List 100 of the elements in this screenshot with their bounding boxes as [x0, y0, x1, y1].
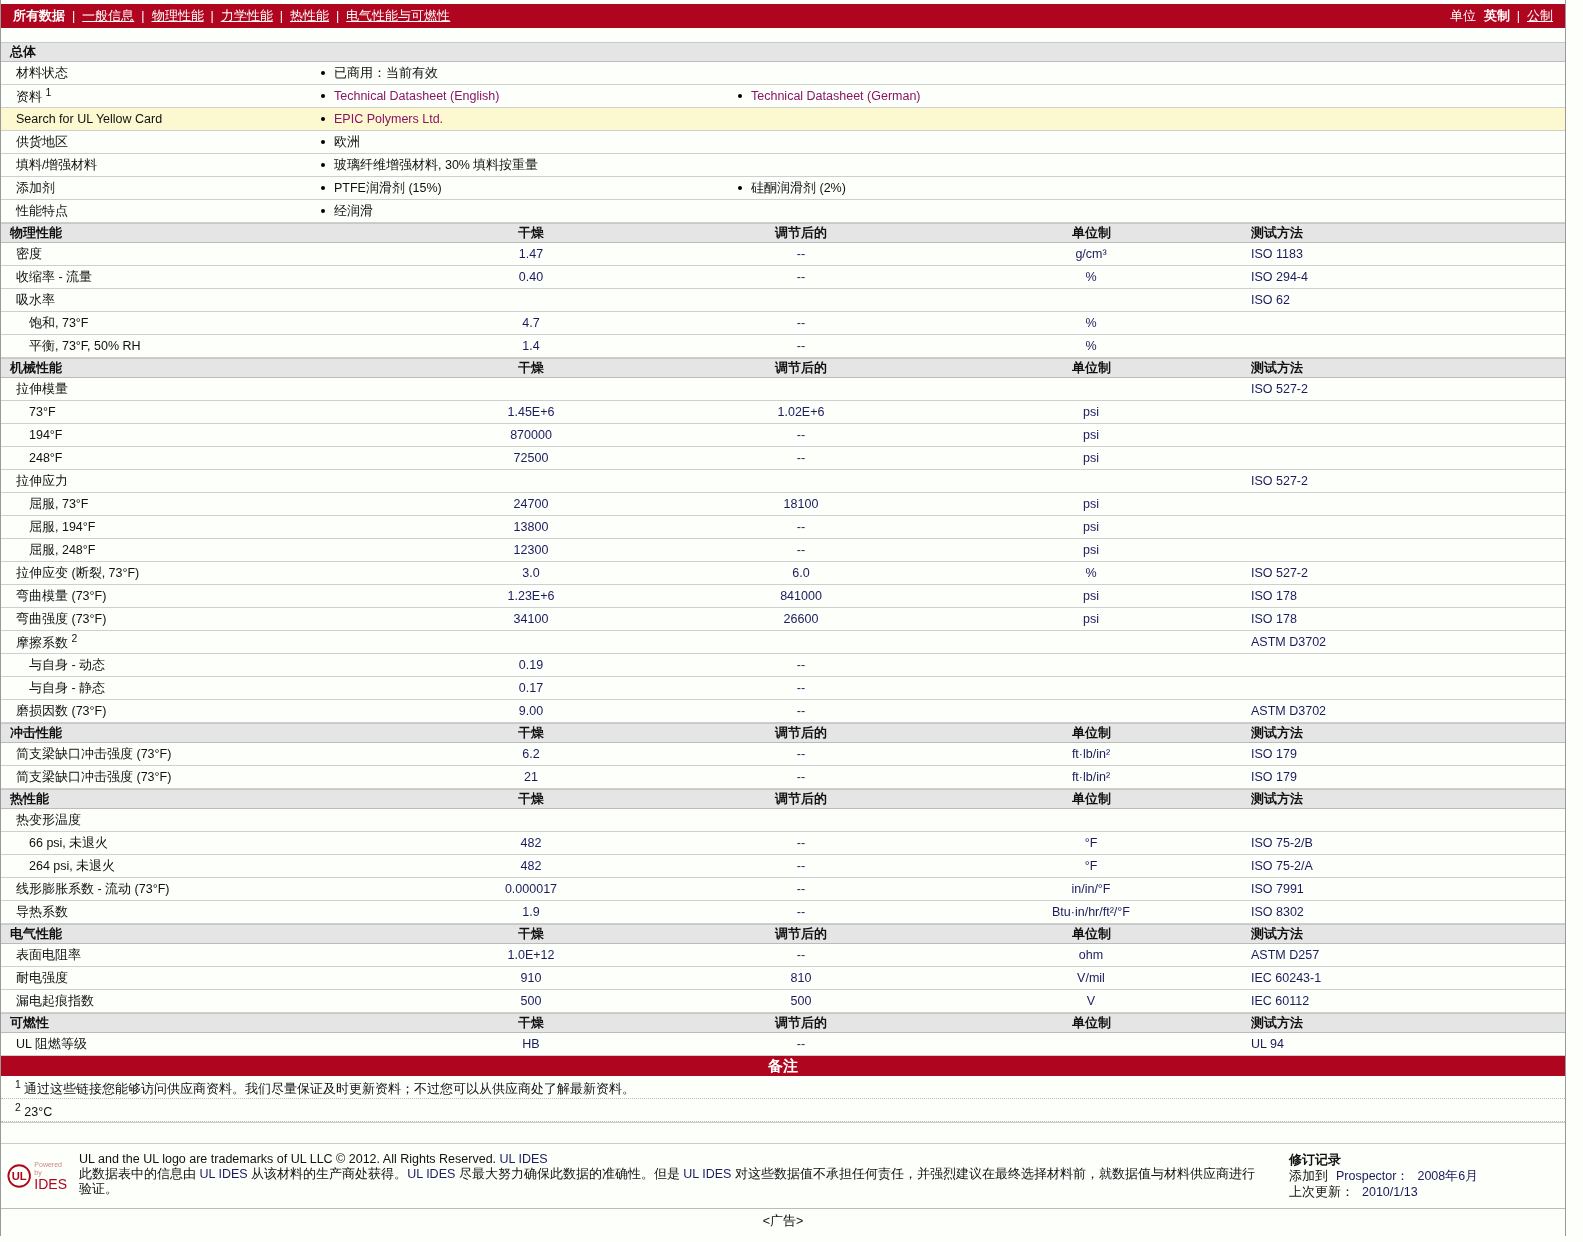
value-text: 经润滑 [334, 202, 373, 220]
test-method: ASTM D3702 [1251, 704, 1328, 718]
conditioned-value: -- [795, 1037, 807, 1051]
test-method: ISO 7991 [1251, 882, 1305, 896]
property-label: 194°F [29, 428, 63, 442]
value-link[interactable]: Technical Datasheet (English) [334, 89, 500, 103]
conditioned-value: -- [795, 247, 807, 261]
column-header: 测试方法 [1251, 790, 1304, 808]
dry-value: 3.0 [521, 566, 541, 580]
column-header: 单位制 [1070, 790, 1112, 808]
property-label: 拉伸模量 [16, 381, 68, 396]
revision-label: 添加到 [1289, 1168, 1328, 1184]
unit-value: psi [1082, 405, 1100, 419]
unit-value: Btu·in/hr/ft²/°F [1051, 905, 1131, 919]
conditioned-value: -- [795, 704, 807, 718]
unit-value: psi [1082, 520, 1100, 534]
test-method: UL 94 [1251, 1037, 1285, 1051]
section-title: 物理性能 [9, 224, 63, 242]
unit-option[interactable]: 英制 [1483, 7, 1510, 25]
conditioned-value: -- [795, 543, 807, 557]
property-label: 与自身 - 动态 [29, 657, 106, 672]
unit-option[interactable]: 公制 [1527, 7, 1553, 25]
test-method: ISO 1183 [1251, 247, 1304, 261]
unit-value: g/cm³ [1074, 247, 1108, 261]
column-header: 测试方法 [1251, 925, 1304, 943]
property-label: 弯曲强度 (73°F) [16, 611, 107, 626]
column-header: 测试方法 [1251, 1014, 1304, 1032]
unit-value: psi [1082, 612, 1100, 626]
conditioned-value: -- [795, 681, 807, 695]
conditioned-value: -- [795, 658, 807, 672]
dry-value: 12300 [512, 543, 550, 557]
value-text: 玻璃纤维增强材料, 30% 填料按重量 [334, 156, 539, 174]
property-label: 弯曲模量 (73°F) [16, 588, 107, 603]
property-label: 填料/增强材料 [16, 157, 98, 172]
column-header: 干燥 [517, 724, 545, 742]
test-method: ISO 527-2 [1251, 566, 1309, 580]
dry-value: 500 [519, 994, 543, 1008]
nav-link[interactable]: 一般信息 [82, 7, 135, 25]
column-header: 调节后的 [773, 224, 828, 242]
column-header: 干燥 [517, 224, 545, 242]
dry-value: 6.2 [521, 747, 541, 761]
column-header: 调节后的 [773, 724, 828, 742]
unit-value: % [1084, 316, 1098, 330]
prospector-link[interactable]: Prospector： [1336, 1168, 1410, 1184]
property-label: 平衡, 73°F, 50% RH [29, 338, 141, 353]
column-header: 单位制 [1070, 724, 1112, 742]
property-label: 磨损因数 (73°F) [16, 703, 107, 718]
revision-title: 修订记录 [1289, 1152, 1342, 1168]
dry-value: 0.17 [517, 681, 545, 695]
property-label: 耐电强度 [16, 970, 68, 985]
column-header: 单位制 [1070, 1014, 1112, 1032]
property-label: 饱和, 73°F [29, 315, 89, 330]
value-text: 已商用：当前有效 [334, 64, 438, 82]
test-method: ISO 62 [1251, 293, 1291, 307]
property-label: 吸水率 [16, 292, 55, 307]
bullet-icon [321, 94, 325, 98]
ul-ides-link[interactable]: UL IDES [407, 1167, 456, 1181]
nav-link[interactable]: 所有数据 [13, 7, 65, 25]
column-header: 调节后的 [773, 790, 828, 808]
section-title: 总体 [8, 43, 37, 61]
conditioned-value: -- [795, 770, 807, 784]
column-header: 测试方法 [1251, 359, 1304, 377]
dry-value: 21 [523, 770, 539, 784]
conditioned-value: 6.0 [791, 566, 811, 580]
nav-link[interactable]: 力学性能 [220, 7, 273, 25]
unit-value: in/in/°F [1070, 882, 1112, 896]
value-link[interactable]: EPIC Polymers Ltd. [334, 112, 444, 126]
nav-link[interactable]: 热性能 [290, 7, 329, 25]
value-link[interactable]: Technical Datasheet (German) [751, 89, 921, 103]
test-method: ISO 527-2 [1251, 474, 1309, 488]
separator: | [278, 9, 284, 23]
conditioned-value: -- [795, 905, 807, 919]
column-header: 干燥 [517, 1014, 545, 1032]
test-method: ISO 178 [1251, 612, 1298, 626]
dry-value: 1.9 [521, 905, 541, 919]
bullet-icon [321, 186, 325, 190]
conditioned-value: 18100 [782, 497, 820, 511]
nav-link[interactable]: 物理性能 [151, 7, 204, 25]
property-label: 264 psi, 未退火 [29, 858, 116, 873]
conditioned-value: -- [795, 428, 807, 442]
unit-value: °F [1083, 859, 1099, 873]
separator: | [335, 9, 341, 23]
conditioned-value: -- [795, 859, 807, 873]
ul-ides-link[interactable]: UL IDES [199, 1167, 248, 1181]
property-label: 73°F [29, 405, 56, 419]
ul-ides-link[interactable]: UL IDES [499, 1152, 548, 1166]
unit-value: psi [1082, 497, 1100, 511]
separator: | [1515, 9, 1521, 23]
test-method: ISO 179 [1251, 747, 1298, 761]
property-label: 屈服, 194°F [29, 519, 96, 534]
conditioned-value: 500 [789, 994, 813, 1008]
dry-value: 1.45E+6 [506, 405, 556, 419]
test-method: ASTM D3702 [1251, 635, 1328, 649]
nav-link[interactable]: 电气性能与可燃性 [346, 7, 451, 25]
section-title: 电气性能 [9, 925, 63, 943]
property-label: 与自身 - 静态 [29, 680, 106, 695]
brand-text: IDES [34, 1176, 69, 1192]
dry-value: 910 [519, 971, 543, 985]
unit-value: ohm [1077, 948, 1105, 962]
ul-ides-link[interactable]: UL IDES [683, 1167, 732, 1181]
